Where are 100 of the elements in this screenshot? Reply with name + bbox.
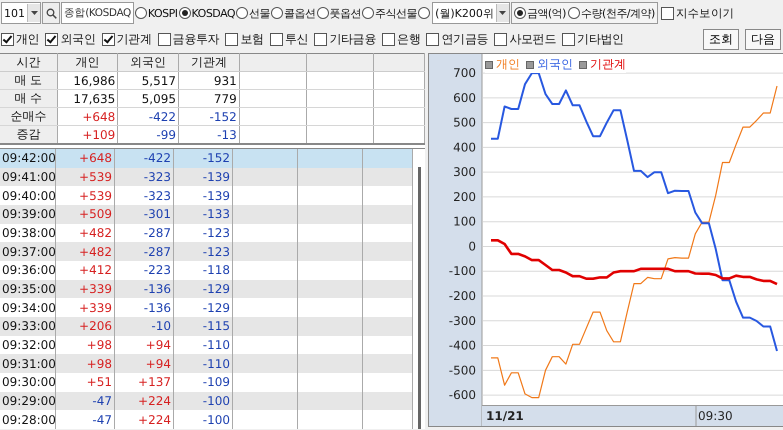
column-header: 시간 bbox=[0, 54, 58, 72]
action-button[interactable]: 조회 bbox=[703, 29, 739, 50]
y-tick-label: 400 bbox=[453, 140, 476, 154]
time-cell: 09:37:00 bbox=[0, 242, 56, 261]
table-cell: -136 bbox=[114, 280, 174, 298]
caret-icon bbox=[30, 11, 38, 15]
y-tick-label: 0 bbox=[468, 239, 476, 254]
table-cell: -152 bbox=[174, 149, 232, 168]
unit-radio[interactable]: 수량(천주/계약) bbox=[568, 3, 655, 23]
date-label: 11/21 bbox=[486, 409, 524, 423]
market-radio[interactable]: 풋옵션 bbox=[316, 6, 362, 20]
row-label: 순매수 bbox=[0, 108, 58, 126]
y-tick-label: 200 bbox=[453, 190, 476, 204]
row-label: 매 수 bbox=[0, 90, 58, 108]
investor-checkbox[interactable]: 개인 bbox=[1, 31, 40, 48]
table-cell: -129 bbox=[174, 280, 232, 298]
y-tick-label: -200 bbox=[448, 289, 476, 303]
row-label: 매 도 bbox=[0, 72, 58, 90]
market-radio[interactable] bbox=[418, 7, 432, 19]
unit-radio[interactable]: 금액(억) bbox=[514, 3, 566, 23]
table-cell: -133 bbox=[174, 204, 232, 224]
legend-marker-icon bbox=[485, 60, 493, 68]
legend-label: 개인 bbox=[496, 56, 520, 73]
table-cell: -110 bbox=[174, 354, 232, 373]
table-cell: 16,986 bbox=[57, 72, 118, 90]
table-cell: 931 bbox=[178, 72, 240, 90]
table-cell: +224 bbox=[114, 392, 174, 410]
table-cell: 5,095 bbox=[118, 90, 179, 108]
search-icon bbox=[46, 8, 56, 18]
weekly-dropdown[interactable]: (월)K200위 bbox=[432, 2, 510, 24]
investor-checkbox[interactable]: 연기금등 bbox=[426, 31, 488, 48]
table-cell: -287 bbox=[114, 242, 174, 261]
y-tick-label: -300 bbox=[448, 314, 476, 328]
table-cell: -123 bbox=[174, 242, 232, 261]
investor-checkbox[interactable]: 기타금융 bbox=[314, 31, 376, 48]
investor-checkbox[interactable]: 보험 bbox=[225, 31, 264, 48]
table-cell: -422 bbox=[114, 149, 174, 168]
scrollbar-thumb[interactable] bbox=[418, 167, 421, 429]
table-cell: -100 bbox=[174, 410, 232, 429]
legend-marker-icon bbox=[579, 60, 587, 68]
investor-checkbox[interactable]: 금융투자 bbox=[158, 31, 220, 48]
market-radio[interactable]: 주식선물 bbox=[362, 6, 418, 20]
market-radio[interactable]: 선물 bbox=[236, 6, 270, 20]
y-tick-label: 500 bbox=[453, 116, 476, 130]
market-radio[interactable]: KOSPI bbox=[134, 6, 178, 20]
search-button[interactable] bbox=[42, 2, 60, 24]
table-cell: -152 bbox=[178, 108, 240, 126]
table-cell: -47 bbox=[56, 392, 114, 410]
caret-icon bbox=[499, 11, 506, 15]
time-cell: 09:39:00 bbox=[0, 204, 56, 224]
table-cell: +109 bbox=[57, 126, 118, 144]
column-header: 기관계 bbox=[178, 54, 240, 72]
investor-checkbox[interactable]: 은행 bbox=[382, 31, 420, 48]
market-radio[interactable]: KOSDAQ bbox=[178, 6, 236, 20]
table-cell: -139 bbox=[174, 168, 232, 186]
column-header: 개인 bbox=[57, 54, 118, 72]
time-cell: 09:42:00 bbox=[0, 149, 56, 168]
table-cell: -13 bbox=[178, 126, 240, 144]
investor-checkbox[interactable]: 기타법인 bbox=[562, 31, 624, 48]
investor-checkbox[interactable]: 사모펀드 bbox=[494, 31, 556, 48]
table-cell: 5,517 bbox=[118, 72, 179, 90]
y-tick-label: -600 bbox=[448, 388, 476, 402]
table-cell: -301 bbox=[114, 204, 174, 224]
table-cell: +482 bbox=[56, 242, 114, 261]
table-cell: +539 bbox=[56, 168, 114, 186]
legend-label: 기관계 bbox=[590, 56, 626, 73]
table-cell: +339 bbox=[56, 280, 114, 298]
y-tick-label: 100 bbox=[453, 214, 476, 229]
table-cell: 17,635 bbox=[57, 90, 118, 108]
y-tick-label: 700 bbox=[453, 66, 476, 80]
time-cell: 09:28:00 bbox=[0, 410, 56, 429]
investor-checkbox[interactable]: 투신 bbox=[270, 31, 308, 48]
table-cell: +94 bbox=[114, 354, 174, 373]
table-cell: 779 bbox=[178, 90, 240, 108]
table-cell: +206 bbox=[56, 316, 114, 336]
table-cell: +648 bbox=[56, 149, 114, 168]
table-cell: -47 bbox=[56, 410, 114, 429]
table-cell: -323 bbox=[114, 168, 174, 186]
time-cell: 09:31:00 bbox=[0, 354, 56, 373]
legend-label: 외국인 bbox=[537, 56, 573, 73]
code-dropdown[interactable]: 101 bbox=[1, 2, 41, 24]
table-cell: +648 bbox=[57, 108, 118, 126]
time-cell: 09:35:00 bbox=[0, 280, 56, 298]
y-tick-label: 300 bbox=[453, 165, 476, 180]
investor-checkbox[interactable]: 기관계 bbox=[102, 31, 152, 48]
market-radio[interactable]: 콜옵션 bbox=[271, 6, 316, 20]
investor-checkbox[interactable]: 외국인 bbox=[45, 31, 96, 48]
legend-marker-icon bbox=[526, 60, 534, 68]
action-button[interactable]: 다음 bbox=[745, 29, 781, 50]
table-cell: -99 bbox=[118, 126, 179, 144]
time-cell: 09:41:00 bbox=[0, 168, 56, 186]
show-index-checkbox[interactable]: 지수보이기 bbox=[660, 6, 734, 20]
time-cell: 09:29:00 bbox=[0, 392, 56, 410]
column-header: 외국인 bbox=[118, 54, 179, 72]
y-tick-label: -500 bbox=[448, 363, 476, 378]
market-field[interactable]: 종합(KOSDAQ bbox=[61, 2, 134, 24]
table-cell: +98 bbox=[56, 354, 114, 373]
row-label: 증감 bbox=[0, 126, 58, 144]
y-tick-label: 600 bbox=[453, 90, 476, 105]
time-cell: 09:33:00 bbox=[0, 316, 56, 336]
